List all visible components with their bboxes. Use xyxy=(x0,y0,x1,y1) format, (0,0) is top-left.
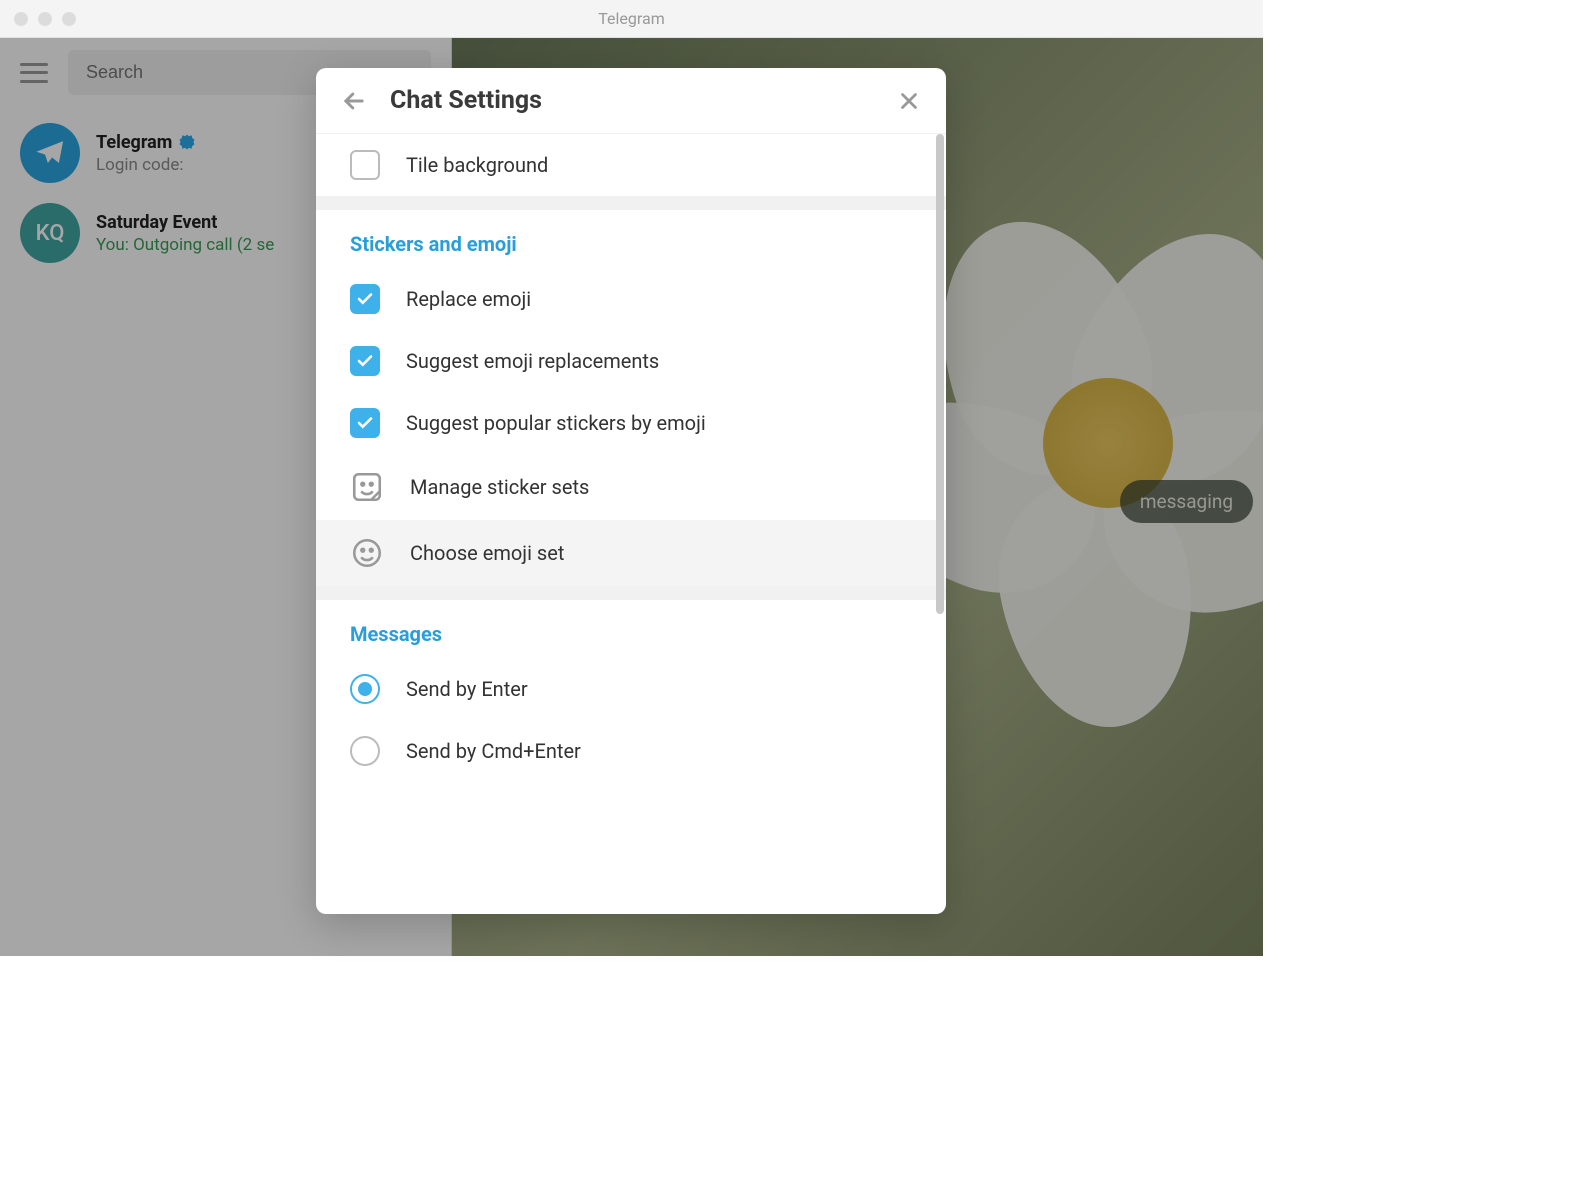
maximize-window-button[interactable] xyxy=(62,12,76,26)
setting-suggest-popular-stickers[interactable]: Suggest popular stickers by emoji xyxy=(316,392,946,454)
radio-checked-icon xyxy=(350,674,380,704)
setting-label: Replace emoji xyxy=(406,287,531,311)
checkbox-checked-icon xyxy=(350,284,380,314)
window-title: Telegram xyxy=(598,9,664,28)
close-window-button[interactable] xyxy=(14,12,28,26)
window-titlebar: Telegram xyxy=(0,0,1263,38)
setting-label: Manage sticker sets xyxy=(410,475,589,499)
setting-label: Tile background xyxy=(406,153,548,177)
close-icon[interactable] xyxy=(896,88,922,114)
modal-title: Chat Settings xyxy=(390,86,874,115)
section-header-stickers: Stickers and emoji xyxy=(316,210,946,268)
sticker-icon xyxy=(350,470,384,504)
setting-send-by-cmd-enter[interactable]: Send by Cmd+Enter xyxy=(316,720,946,782)
minimize-window-button[interactable] xyxy=(38,12,52,26)
chat-settings-modal: Chat Settings Tile background Stickers a… xyxy=(316,68,946,914)
setting-label: Choose emoji set xyxy=(410,541,564,565)
setting-choose-emoji-set[interactable]: Choose emoji set xyxy=(316,520,946,586)
section-divider xyxy=(316,196,946,210)
section-divider xyxy=(316,586,946,600)
checkbox-unchecked-icon xyxy=(350,150,380,180)
radio-unchecked-icon xyxy=(350,736,380,766)
modal-body[interactable]: Tile background Stickers and emoji Repla… xyxy=(316,134,946,914)
setting-tile-background[interactable]: Tile background xyxy=(316,134,946,196)
setting-send-by-enter[interactable]: Send by Enter xyxy=(316,658,946,720)
settings-section-messages: Messages Send by Enter Send by Cmd+Enter xyxy=(316,600,946,782)
back-arrow-icon[interactable] xyxy=(340,87,368,115)
modal-header: Chat Settings xyxy=(316,68,946,134)
setting-label: Suggest emoji replacements xyxy=(406,349,659,373)
setting-manage-sticker-sets[interactable]: Manage sticker sets xyxy=(316,454,946,520)
section-header-messages: Messages xyxy=(316,600,946,658)
setting-label: Send by Enter xyxy=(406,677,528,701)
setting-label: Suggest popular stickers by emoji xyxy=(406,411,706,435)
setting-label: Send by Cmd+Enter xyxy=(406,739,581,763)
setting-replace-emoji[interactable]: Replace emoji xyxy=(316,268,946,330)
checkbox-checked-icon xyxy=(350,346,380,376)
settings-section-background: Tile background xyxy=(316,134,946,196)
settings-section-stickers: Stickers and emoji Replace emoji Suggest… xyxy=(316,210,946,586)
scrollbar[interactable] xyxy=(936,134,944,614)
setting-suggest-emoji-replacements[interactable]: Suggest emoji replacements xyxy=(316,330,946,392)
emoji-icon xyxy=(350,536,384,570)
checkbox-checked-icon xyxy=(350,408,380,438)
traffic-lights xyxy=(0,12,76,26)
